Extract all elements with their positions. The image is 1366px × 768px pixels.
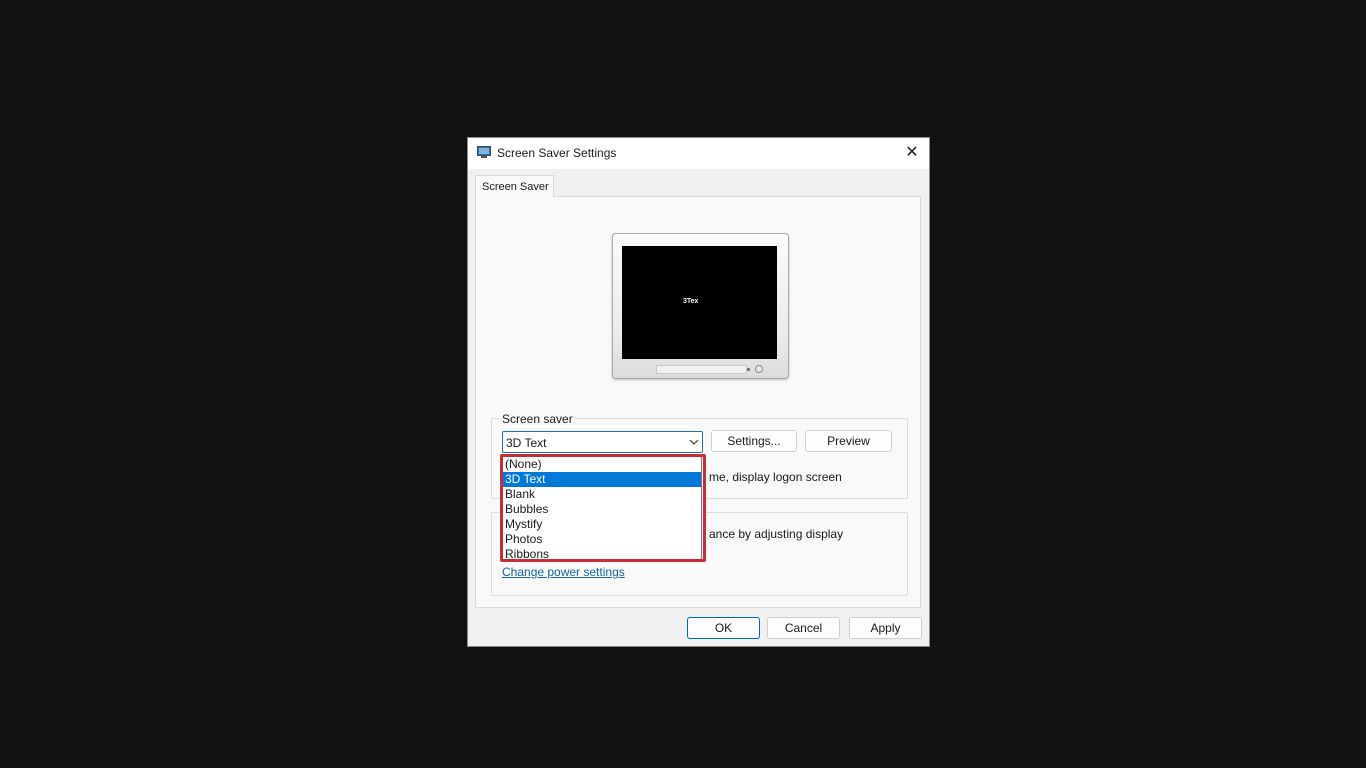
dropdown-option-photos[interactable]: Photos (503, 532, 701, 547)
screen-saver-dialog: Screen Saver Settings ✕ Screen Saver 3Te… (467, 137, 930, 647)
dropdown-option-blank[interactable]: Blank (503, 487, 701, 502)
close-icon[interactable]: ✕ (900, 142, 924, 164)
monitor-icon (477, 146, 491, 158)
dropdown-option-bubbles[interactable]: Bubbles (503, 502, 701, 517)
settings-button[interactable]: Settings... (711, 430, 797, 452)
power-button-icon (755, 365, 763, 373)
dropdown-option-none[interactable]: (None) (503, 457, 701, 472)
window-title: Screen Saver Settings (497, 146, 617, 160)
change-power-settings-link[interactable]: Change power settings (502, 565, 625, 579)
resume-logon-label: me, display logon screen (709, 470, 842, 484)
power-led-icon (747, 368, 750, 371)
screen-saver-select-value: 3D Text (506, 436, 547, 450)
preview-button[interactable]: Preview (805, 430, 892, 452)
dropdown-option-ribbons[interactable]: Ribbons (503, 547, 701, 562)
screen-saver-group-label: Screen saver (500, 412, 575, 426)
monitor-bezel-strip (656, 365, 747, 374)
preview-screen: 3Tex (622, 246, 777, 359)
preview-screen-text: 3Tex (683, 298, 699, 305)
power-description: ance by adjusting display (709, 527, 844, 541)
cancel-button[interactable]: Cancel (767, 617, 840, 639)
chevron-down-icon (689, 439, 699, 445)
dropdown-option-3d-text[interactable]: 3D Text (503, 472, 701, 487)
ok-button[interactable]: OK (687, 617, 760, 639)
apply-button[interactable]: Apply (849, 617, 922, 639)
title-bar[interactable]: Screen Saver Settings ✕ (468, 138, 929, 169)
tab-screen-saver[interactable]: Screen Saver (475, 175, 554, 197)
dropdown-option-mystify[interactable]: Mystify (503, 517, 701, 532)
screen-saver-dropdown-list: (None) 3D Text Blank Bubbles Mystify Pho… (502, 456, 702, 562)
screen-saver-select[interactable]: 3D Text (502, 431, 703, 453)
monitor-preview: 3Tex (612, 233, 789, 379)
